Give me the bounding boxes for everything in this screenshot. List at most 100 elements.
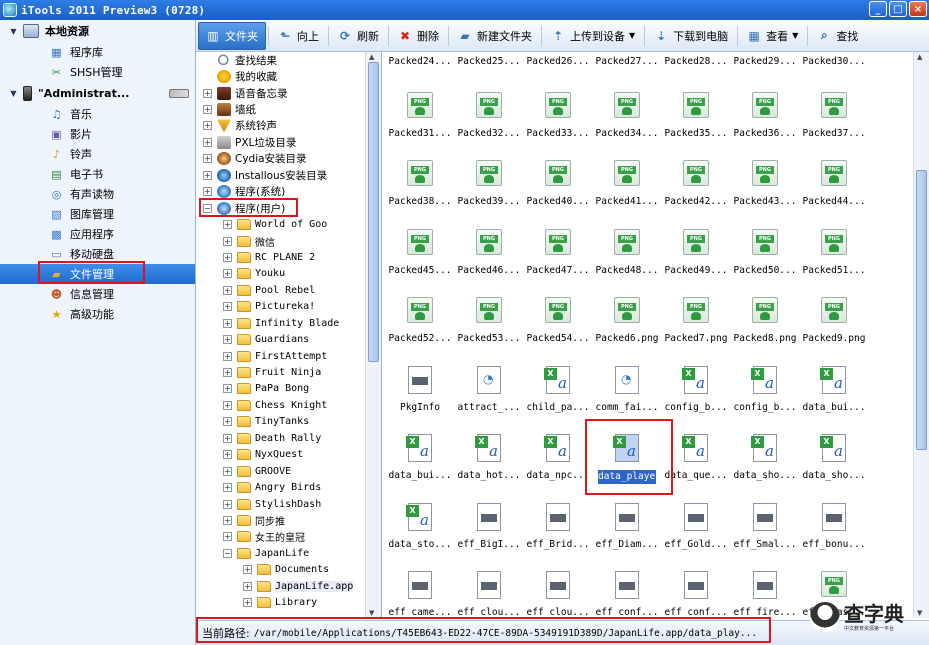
- tree-node[interactable]: + 程序(系统): [196, 184, 381, 200]
- tree-node[interactable]: + Installous安装目录: [196, 167, 381, 183]
- tree-folder[interactable]: + JapanLife.app: [196, 578, 381, 594]
- toolbar-button-delete[interactable]: ✖ 删除: [391, 22, 446, 50]
- expand-icon[interactable]: +: [203, 121, 212, 131]
- file-item[interactable]: PNG Packed34...: [593, 92, 661, 160]
- tree-folder[interactable]: + GROOVE: [196, 463, 381, 479]
- expand-icon[interactable]: +: [203, 187, 212, 197]
- sidebar-item[interactable]: ▰ 文件管理: [0, 264, 195, 284]
- tree-folder[interactable]: + Pool Rebel: [196, 282, 381, 298]
- sidebar-item[interactable]: ▩ 应用程序: [0, 224, 195, 244]
- expand-icon[interactable]: +: [223, 351, 232, 361]
- file-item[interactable]: PNG Packed41...: [593, 160, 661, 228]
- sidebar-item[interactable]: ♪ 铃声: [0, 144, 195, 164]
- file-item[interactable]: PkgInfo: [386, 366, 454, 434]
- tree-folder[interactable]: + RC PLANE 2: [196, 249, 381, 265]
- tree-scrollbar[interactable]: ▲ ▼: [365, 52, 381, 618]
- file-item[interactable]: Xa config_b...: [731, 366, 799, 434]
- file-item[interactable]: Xa data_que...: [662, 434, 730, 502]
- file-item[interactable]: PNG Packed7.png: [662, 297, 730, 365]
- tree-folder[interactable]: + FirstAttempt: [196, 348, 381, 364]
- sidebar-item[interactable]: ✂ SHSH管理: [0, 62, 195, 82]
- collapse-icon[interactable]: ▼: [9, 27, 18, 36]
- tree-folder[interactable]: + Guardians: [196, 331, 381, 347]
- expand-icon[interactable]: +: [203, 170, 212, 180]
- file-item[interactable]: eff_BigI...: [455, 503, 523, 571]
- tree-folder[interactable]: + Documents: [196, 562, 381, 578]
- sidebar-item[interactable]: ▧ 图库管理: [0, 204, 195, 224]
- expand-icon[interactable]: +: [223, 515, 232, 525]
- expand-icon[interactable]: +: [223, 368, 232, 378]
- tree-folder[interactable]: + World of Goo: [196, 216, 381, 232]
- file-item[interactable]: PNG Packed38...: [386, 160, 454, 228]
- toolbar-button-new-folder[interactable]: ▰ 新建文件夹: [451, 22, 539, 50]
- tree-folder[interactable]: − JapanLife: [196, 545, 381, 561]
- toolbar-button-refresh[interactable]: ⟳ 刷新: [331, 22, 386, 50]
- tree-node[interactable]: 查找结果: [196, 52, 381, 68]
- minimize-button[interactable]: _: [869, 1, 887, 17]
- tree-folder[interactable]: + StylishDash: [196, 496, 381, 512]
- toolbar-button-search[interactable]: ⌕ 查找: [810, 22, 865, 50]
- nav-group-device[interactable]: ▼ "Administrat...: [0, 82, 195, 104]
- file-item[interactable]: eff_Brid...: [524, 503, 592, 571]
- sidebar-item[interactable]: ★ 高级功能: [0, 304, 195, 324]
- file-item[interactable]: PNG Packed46...: [455, 229, 523, 297]
- file-item[interactable]: PNG Packed9.png: [800, 297, 868, 365]
- file-item[interactable]: PNG Packed45...: [386, 229, 454, 297]
- file-item[interactable]: eff_Gold...: [662, 503, 730, 571]
- tree-folder[interactable]: + 微信: [196, 233, 381, 249]
- expand-icon[interactable]: +: [203, 137, 212, 147]
- expand-icon[interactable]: +: [243, 581, 252, 591]
- tree-folder[interactable]: + 同步推: [196, 512, 381, 528]
- grid-scroll-thumb[interactable]: [916, 170, 927, 450]
- file-item[interactable]: Xa data_player.csv: [593, 434, 661, 502]
- file-item[interactable]: PNG Packed40...: [524, 160, 592, 228]
- expand-icon[interactable]: +: [223, 450, 232, 460]
- file-item[interactable]: PNG Packed43...: [731, 160, 799, 228]
- file-item[interactable]: PNG Packed48...: [593, 229, 661, 297]
- expand-icon[interactable]: +: [223, 302, 232, 312]
- file-item[interactable]: ◔ comm_fai...: [593, 366, 661, 434]
- expand-icon[interactable]: +: [223, 285, 232, 295]
- sidebar-item[interactable]: ▣ 影片: [0, 124, 195, 144]
- file-item[interactable]: PNG Packed35...: [662, 92, 730, 160]
- expand-icon[interactable]: +: [223, 220, 232, 230]
- file-item[interactable]: PNG Packed44...: [800, 160, 868, 228]
- tree-node[interactable]: + 语音备忘录: [196, 85, 381, 101]
- file-item[interactable]: PNG Packed31...: [386, 92, 454, 160]
- file-item[interactable]: eff_clou...: [455, 571, 523, 618]
- expand-icon[interactable]: +: [223, 417, 232, 427]
- expand-icon[interactable]: +: [223, 433, 232, 443]
- tree-folder[interactable]: + PaPa Bong: [196, 381, 381, 397]
- tree-folder[interactable]: + Death Rally: [196, 430, 381, 446]
- expand-icon[interactable]: +: [223, 532, 232, 542]
- file-item[interactable]: Xa data_npc...: [524, 434, 592, 502]
- toolbar-button-download[interactable]: ⇣ 下载到电脑: [647, 22, 735, 50]
- toolbar-button-view[interactable]: ▦ 查看 ▼: [740, 22, 805, 50]
- tree-folder[interactable]: + Infinity Blade: [196, 315, 381, 331]
- file-item[interactable]: eff_conf...: [662, 571, 730, 618]
- file-item[interactable]: PNG Packed8.png: [731, 297, 799, 365]
- file-item[interactable]: PNG Packed42...: [662, 160, 730, 228]
- file-item[interactable]: PNG Packed52...: [386, 297, 454, 365]
- expand-icon[interactable]: +: [203, 105, 212, 115]
- tree-folder[interactable]: + Pictureka!: [196, 299, 381, 315]
- file-item[interactable]: eff_fire...: [731, 571, 799, 618]
- sidebar-item[interactable]: ▤ 电子书: [0, 164, 195, 184]
- expand-icon[interactable]: +: [243, 598, 252, 608]
- tree-folder[interactable]: + 女王的皇冠: [196, 529, 381, 545]
- tree-node[interactable]: + PXL垃圾目录: [196, 134, 381, 150]
- file-item[interactable]: eff_Smal...: [731, 503, 799, 571]
- expand-icon[interactable]: +: [223, 400, 232, 410]
- scroll-down-icon[interactable]: ▼: [369, 609, 374, 617]
- tree-scroll-thumb[interactable]: [368, 62, 379, 362]
- tree-node[interactable]: − 程序(用户): [196, 200, 381, 216]
- file-item[interactable]: PNG Packed50...: [731, 229, 799, 297]
- file-item[interactable]: eff_came...: [386, 571, 454, 618]
- file-item[interactable]: eff_clou...: [524, 571, 592, 618]
- tree-node[interactable]: 我的收藏: [196, 68, 381, 84]
- grid-scrollbar[interactable]: ▲ ▼: [913, 52, 929, 618]
- file-item[interactable]: PNG Packed51...: [800, 229, 868, 297]
- file-item[interactable]: PNG Packed32...: [455, 92, 523, 160]
- tree-folder[interactable]: + Fruit Ninja: [196, 364, 381, 380]
- expand-icon[interactable]: +: [223, 384, 232, 394]
